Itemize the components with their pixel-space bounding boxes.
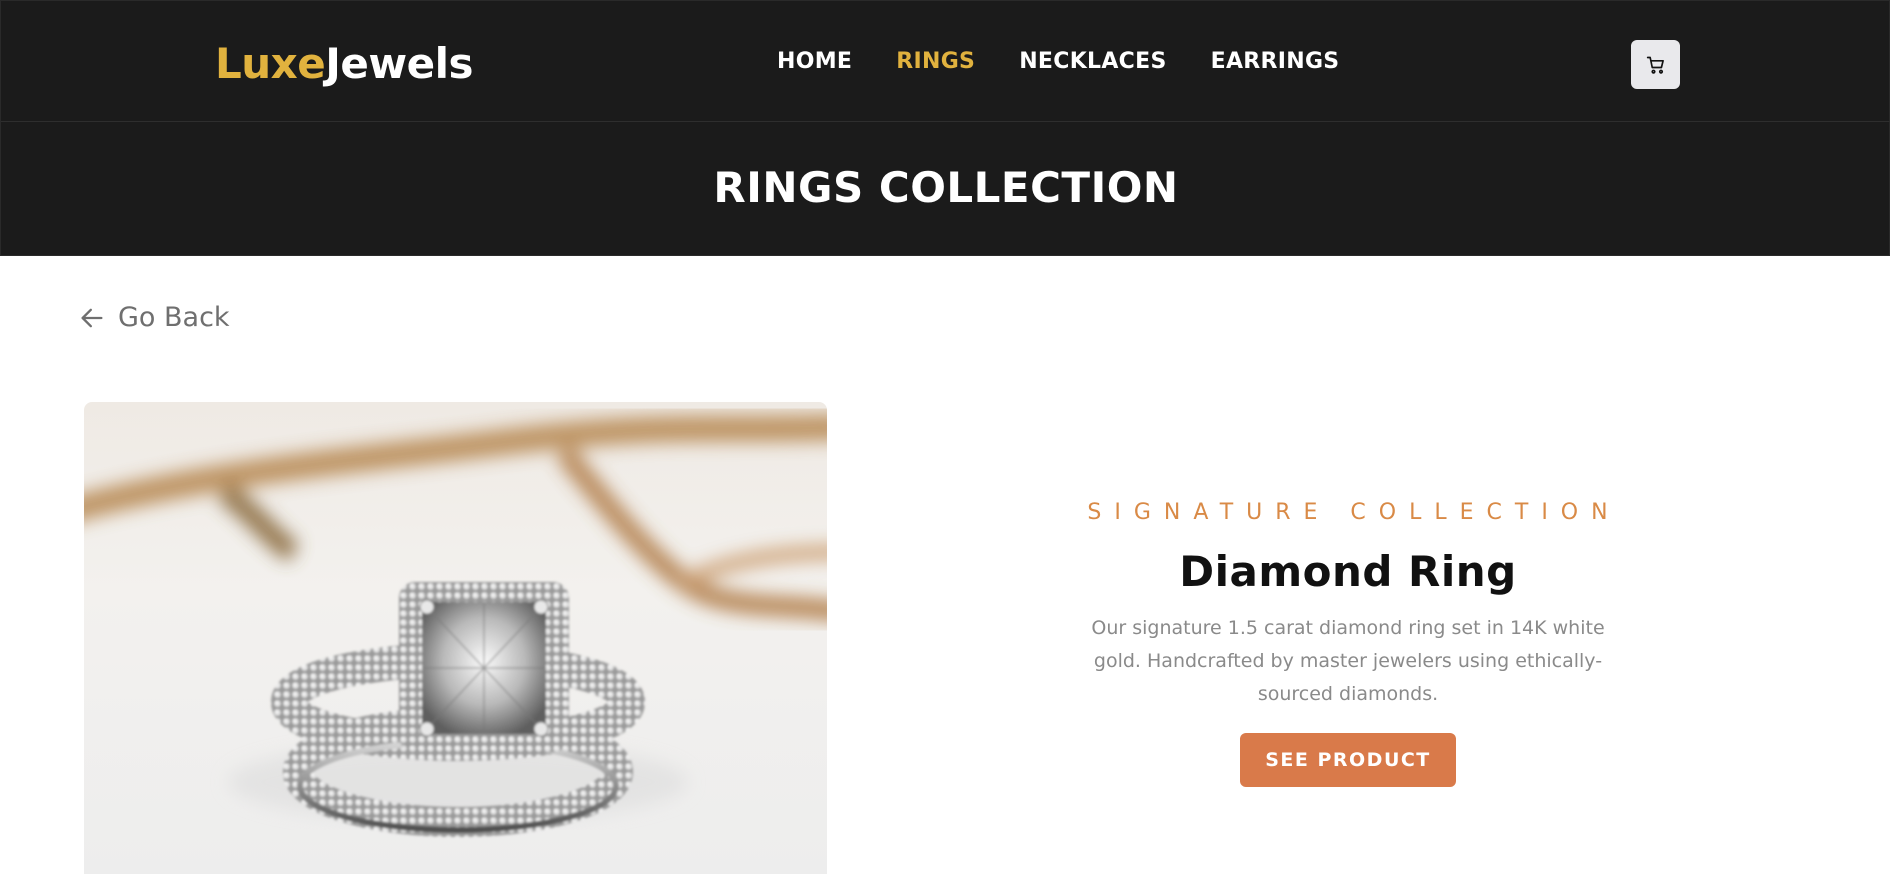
logo-part-2: Jewels [325,39,474,88]
product-description: Our signature 1.5 carat diamond ring set… [1091,617,1605,705]
product-image [84,402,827,874]
nav-home[interactable]: HOME [777,49,852,74]
product-info: SIGNATURE COLLECTION Diamond Ring Our si… [1048,500,1648,787]
page-title: RINGS COLLECTION [713,163,1179,212]
arrow-left-icon [81,308,103,327]
product-name: Diamond Ring [1179,547,1517,596]
main-nav: HOME RINGS NECKLACES EARRINGS [777,49,1383,74]
see-product-button[interactable]: SEE PRODUCT [1240,733,1456,787]
logo[interactable]: LuxeJewels [215,39,474,88]
collection-label: SIGNATURE COLLECTION [1087,500,1621,525]
logo-part-1: Luxe [215,39,326,88]
go-back-label: Go Back [118,302,230,333]
cart-icon [1646,56,1664,74]
nav-rings[interactable]: RINGS [896,49,975,74]
navbar: LuxeJewels HOME RINGS NECKLACES EARRINGS [1,1,1890,122]
go-back-link[interactable]: Go Back [78,302,230,333]
nav-earrings[interactable]: EARRINGS [1211,49,1340,74]
cart-button[interactable] [1631,40,1680,89]
header: LuxeJewels HOME RINGS NECKLACES EARRINGS… [0,0,1890,256]
nav-necklaces[interactable]: NECKLACES [1019,49,1166,74]
